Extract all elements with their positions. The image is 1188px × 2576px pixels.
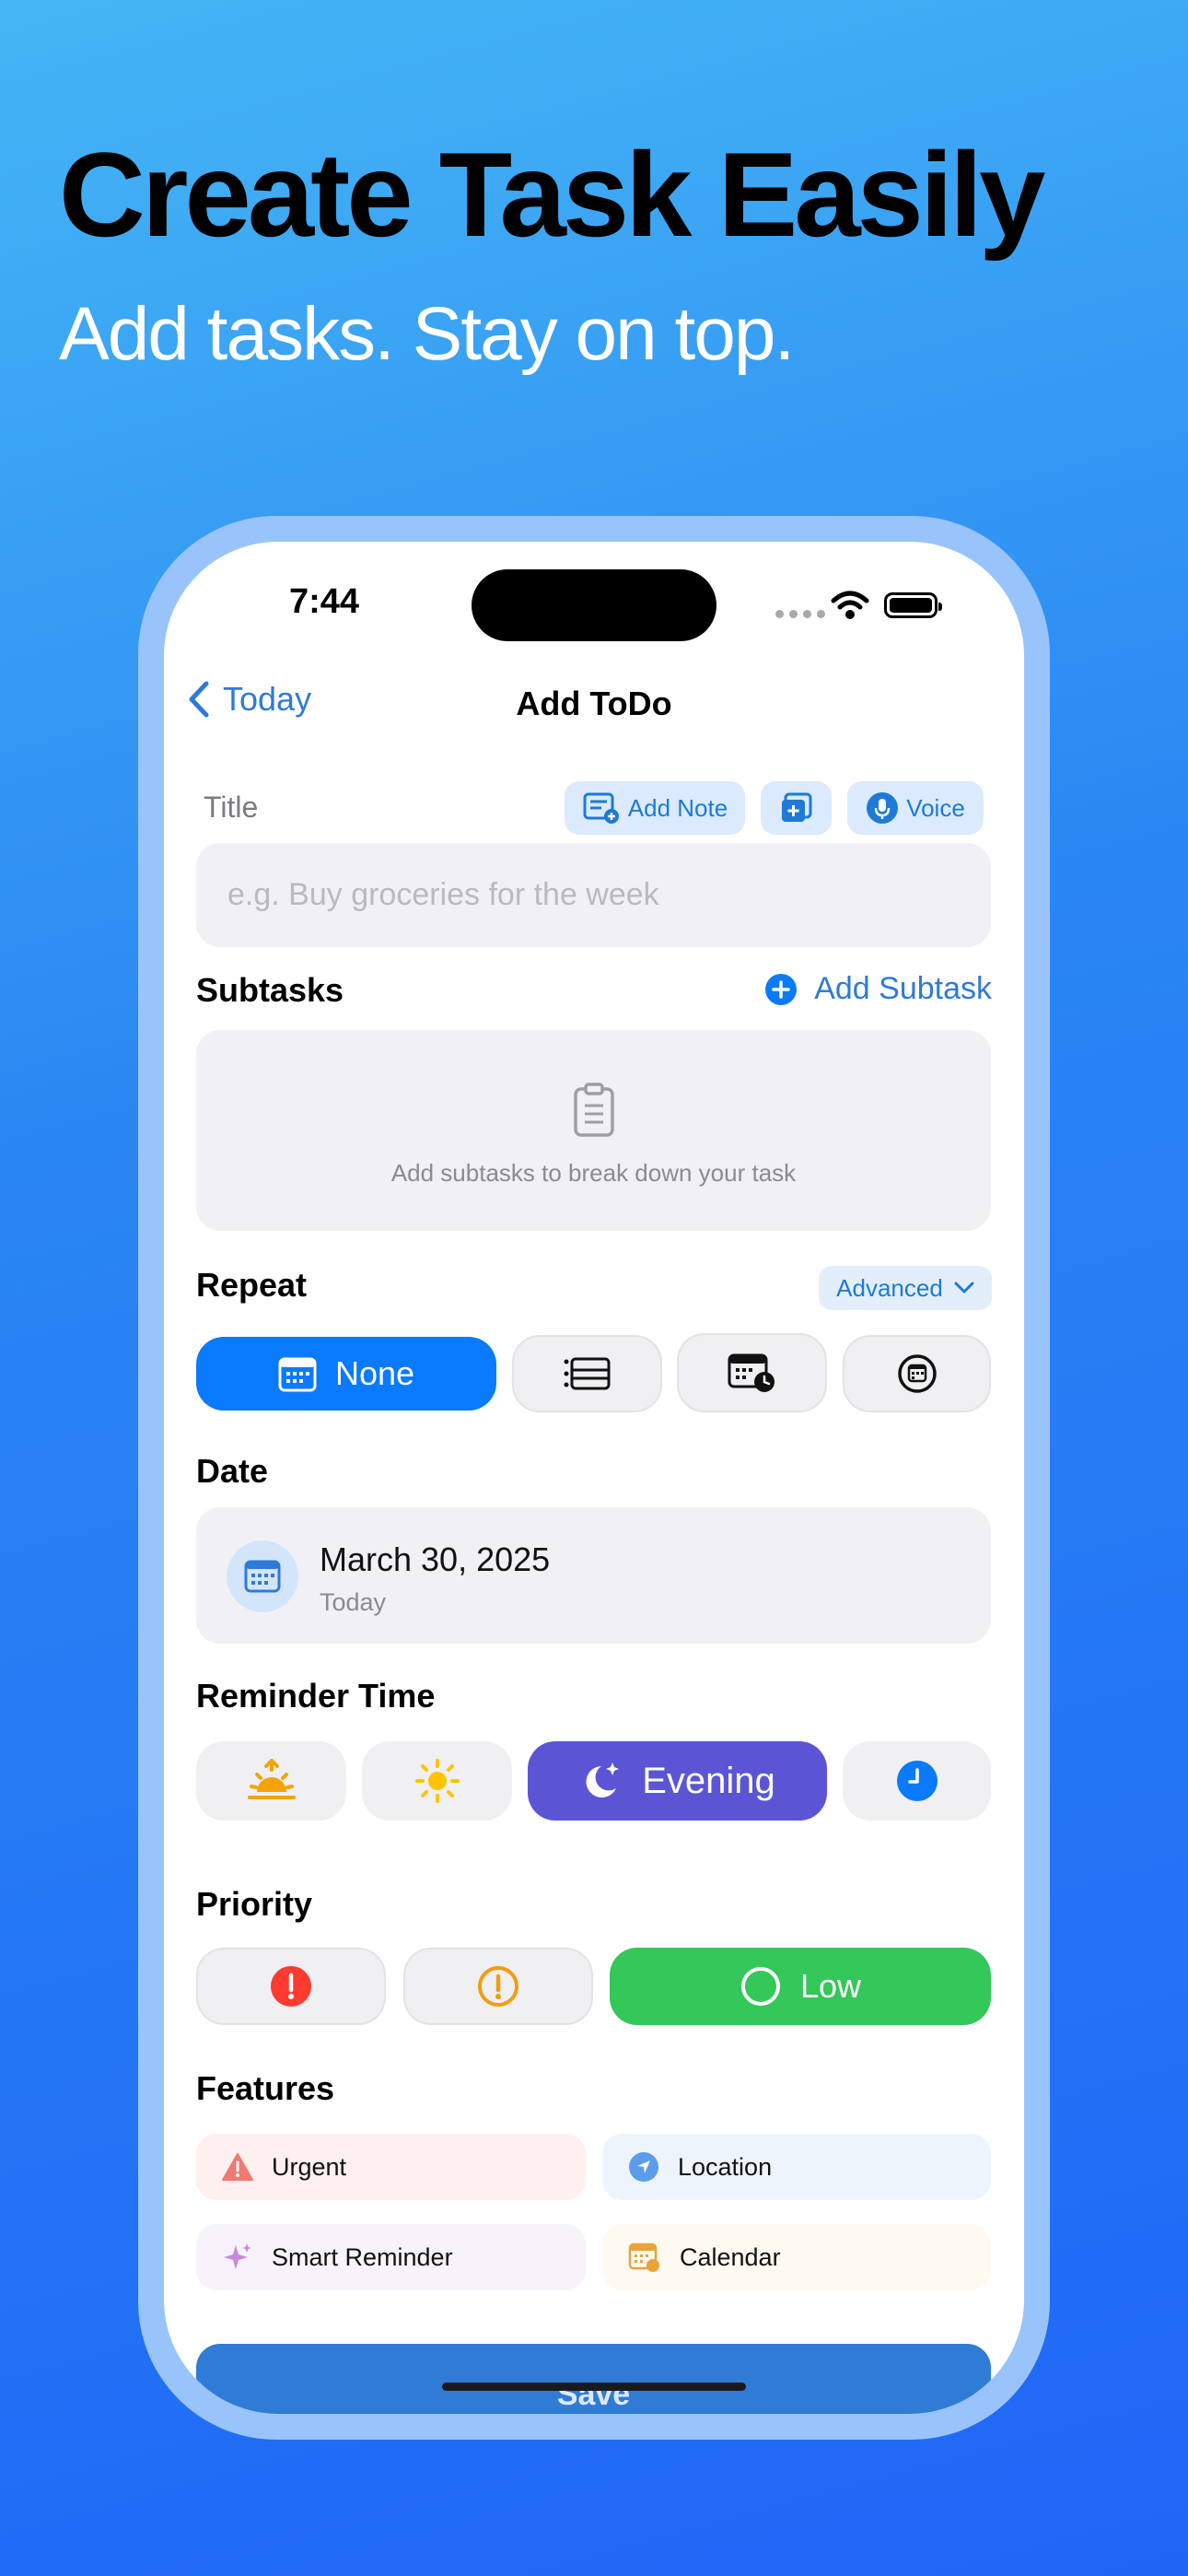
date-picker-card[interactable]: March 30, 2025 Today <box>196 1507 991 1644</box>
priority-option-medium[interactable] <box>403 1948 593 2025</box>
plus-circle-icon <box>765 973 798 1005</box>
priority-selected-label: Low <box>799 1967 862 2005</box>
priority-option-low[interactable]: Low <box>610 1948 991 2025</box>
priority-option-high[interactable] <box>196 1948 386 2025</box>
status-time: 7:44 <box>289 582 360 621</box>
feature-location[interactable]: Location <box>602 2134 991 2200</box>
reminder-option-afternoon[interactable] <box>362 1741 512 1821</box>
warning-triangle-icon <box>222 2153 253 2181</box>
microphone-icon <box>867 792 899 824</box>
location-arrow-icon <box>629 2152 658 2182</box>
note-icon <box>583 792 619 824</box>
date-icon-circle <box>227 1540 298 1612</box>
voice-label: Voice <box>906 793 965 822</box>
calendar-icon <box>244 1560 281 1593</box>
add-note-button[interactable]: Add Note <box>565 781 745 835</box>
feature-smart-reminder[interactable]: Smart Reminder <box>196 2224 586 2290</box>
add-subtask-label: Add Subtask <box>814 971 992 1006</box>
sunrise-icon <box>247 1759 296 1799</box>
calendar-icon <box>278 1357 317 1392</box>
selected-date: March 30, 2025 <box>320 1540 551 1578</box>
wifi-icon <box>831 591 869 619</box>
clipboard-icon <box>574 1083 614 1137</box>
title-label: Title <box>204 790 259 824</box>
feature-smart-reminder-label: Smart Reminder <box>272 2242 453 2271</box>
voice-button[interactable]: Voice <box>847 781 984 835</box>
feature-urgent-label: Urgent <box>272 2152 347 2181</box>
signal-dots-icon <box>775 610 825 618</box>
phone-screen: 7:44 Today Add ToDo Title Add Note Voice… <box>164 542 1024 2414</box>
exclamation-circle-outline-icon <box>478 1966 518 2007</box>
repeat-option-daily[interactable] <box>512 1335 662 1412</box>
exclamation-circle-icon <box>271 1966 311 2007</box>
save-button[interactable]: Save <box>196 2344 991 2414</box>
calendar-circle-icon <box>897 1354 937 1393</box>
date-title: Date <box>196 1452 269 1490</box>
hero-subtitle: Add tasks. Stay on top. <box>59 292 795 376</box>
sun-icon <box>414 1759 460 1803</box>
image-add-icon <box>781 792 811 822</box>
moon-stars-icon <box>586 1762 620 1797</box>
calendar-clock-icon <box>728 1353 775 1392</box>
chevron-down-icon <box>954 1282 974 1294</box>
repeat-option-weekly[interactable] <box>677 1333 827 1412</box>
subtasks-title: Subtasks <box>196 971 344 1009</box>
repeat-title: Repeat <box>196 1266 308 1304</box>
subtasks-empty-hint: Add subtasks to break down your task <box>390 1159 797 1187</box>
feature-calendar-label: Calendar <box>680 2242 781 2271</box>
add-image-button[interactable] <box>761 781 832 835</box>
reminder-selected-label: Evening <box>642 1760 775 1801</box>
title-input-wrapper <box>196 843 991 947</box>
repeat-selected-label: None <box>334 1354 415 1392</box>
list-icon <box>564 1357 610 1390</box>
subtasks-empty-state: Add subtasks to break down your task <box>196 1030 991 1231</box>
reminder-option-evening[interactable]: Evening <box>528 1741 827 1821</box>
home-indicator <box>442 2383 746 2391</box>
feature-urgent[interactable]: Urgent <box>196 2134 586 2200</box>
add-subtask-button[interactable]: Add Subtask <box>764 971 992 1007</box>
battery-icon <box>884 592 942 618</box>
features-title: Features <box>196 2069 335 2107</box>
selected-date-relative: Today <box>320 1588 387 1616</box>
reminder-title: Reminder Time <box>196 1677 436 1715</box>
priority-title: Priority <box>196 1885 313 1923</box>
repeat-option-none[interactable]: None <box>196 1337 496 1411</box>
clock-icon <box>896 1761 938 1801</box>
repeat-option-monthly[interactable] <box>843 1335 991 1412</box>
advanced-dropdown-button[interactable]: Advanced <box>819 1266 992 1310</box>
calendar-badge-icon <box>628 2242 659 2272</box>
feature-location-label: Location <box>678 2152 773 2181</box>
dynamic-island <box>472 569 716 641</box>
advanced-label: Advanced <box>836 1273 943 1302</box>
hero-title: Create Task Easily <box>59 127 1045 262</box>
add-note-label: Add Note <box>627 793 728 822</box>
page-title: Add ToDo <box>516 685 672 722</box>
feature-calendar[interactable]: Calendar <box>602 2224 991 2290</box>
sparkles-icon <box>224 2243 251 2269</box>
title-input[interactable] <box>196 843 991 947</box>
circle-icon <box>740 1967 780 2006</box>
reminder-option-morning[interactable] <box>196 1741 346 1821</box>
reminder-option-custom[interactable] <box>843 1741 991 1821</box>
